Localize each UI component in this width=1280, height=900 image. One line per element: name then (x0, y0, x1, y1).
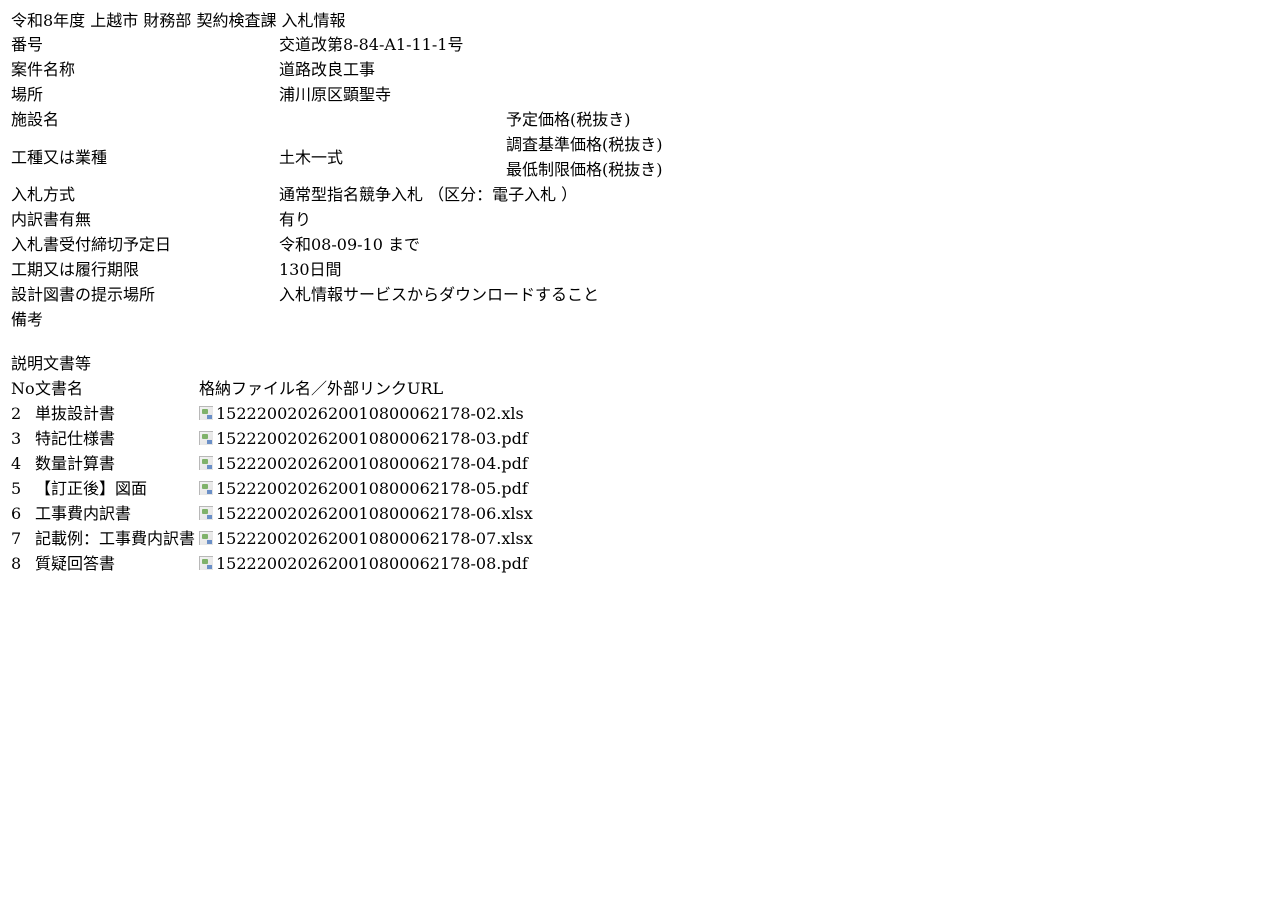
doc-file-name: 15222002026200108000621​78-02.xls (216, 404, 524, 423)
table-row: 6 工事費内訳書 1522200202620010800062178-06.xl… (11, 501, 533, 526)
broken-image-icon (199, 431, 213, 445)
doc-no: 8 (11, 554, 22, 573)
doc-file-link[interactable]: 1522200202620010800062178-07.xlsx (199, 529, 533, 548)
number-label: 番号 (11, 35, 44, 54)
bid-info-table: 番号 交道改第8-84-A1-11-1号 案件名称 道路改良工事 場所 浦川原区… (11, 32, 663, 332)
survey-base-price-label: 調査基準価格(税抜き) (506, 135, 663, 154)
info-row-period: 工期又は履行期限 130日間 (11, 257, 663, 282)
info-row-location: 場所 浦川原区顕聖寺 (11, 82, 663, 107)
period-value: 130日間 (279, 260, 342, 279)
deadline-value: 令和08-09-10 まで (279, 235, 420, 254)
info-row-facility: 施設名 予定価格(税抜き) (11, 107, 663, 132)
documents-table: No 文書名 格納ファイル名／外部リンクURL 2 単抜設計書 15222002… (11, 376, 533, 576)
remarks-label: 備考 (11, 310, 44, 329)
doc-file-name: 1522200202620010800062178-05.pdf (216, 479, 528, 498)
project-name-value: 道路改良工事 (279, 60, 376, 79)
broken-image-icon (199, 506, 213, 520)
doc-no: 7 (11, 529, 22, 548)
broken-image-icon (199, 556, 213, 570)
info-row-breakdown: 内訳書有無 有り (11, 207, 663, 232)
column-header-name: 文書名 (35, 379, 84, 398)
broken-image-icon (199, 481, 213, 495)
doc-file-name: 1522200202620010800062178-08.pdf (216, 554, 528, 573)
doc-file-link[interactable]: 1522200202620010800062178-05.pdf (199, 479, 528, 498)
column-header-no: No (11, 379, 35, 398)
work-type-value: 土木一式 (279, 147, 344, 167)
column-header-file: 格納ファイル名／外部リンクURL (199, 379, 444, 398)
doc-name: 【訂正後】図面 (35, 479, 148, 498)
table-row: 8 質疑回答書 1522200202620010800062178-08.pdf (11, 551, 533, 576)
doc-name: 単抜設計書 (35, 404, 116, 423)
info-row-drawings: 設計図書の提示場所 入札情報サービスからダウンロードすること (11, 282, 663, 307)
breakdown-value: 有り (279, 210, 312, 229)
location-value: 浦川原区顕聖寺 (279, 85, 392, 104)
doc-name: 数量計算書 (35, 454, 116, 473)
info-row-project-name: 案件名称 道路改良工事 (11, 57, 663, 82)
info-row-remarks: 備考 (11, 307, 663, 332)
doc-no: 6 (11, 504, 22, 523)
broken-image-icon (199, 531, 213, 545)
doc-file-cell: 1522200202620010800062178-05.pdf (199, 476, 533, 501)
doc-file-cell: 1522200202620010800062178-08.pdf (199, 551, 533, 576)
facility-value (279, 107, 506, 132)
bid-method-label: 入札方式 (11, 185, 76, 204)
page: 令和8年度 上越市 財務部 契約検査課 入札情報 番号 交道改第8-84-A1-… (0, 0, 1280, 576)
doc-no: 5 (11, 479, 22, 498)
broken-image-icon (199, 406, 213, 420)
work-type-label: 工種又は業種 (11, 147, 108, 167)
doc-file-cell: 1522200202620010800062178-03.pdf (199, 426, 533, 451)
doc-file-cell: 1522200202620010800062178-04.pdf (199, 451, 533, 476)
broken-image-icon (199, 456, 213, 470)
page-title: 令和8年度 上越市 財務部 契約検査課 入札情報 (11, 11, 346, 30)
info-row-work-type-a: 工種又は業種 土木一式 調査基準価格(税抜き) (11, 132, 663, 167)
drawings-label: 設計図書の提示場所 (11, 285, 156, 304)
doc-file-name: 1522200202620010800062178-07.xlsx (216, 529, 533, 548)
doc-file-cell: 15222002026200108000621​78-02.xls (199, 401, 533, 426)
breakdown-label: 内訳書有無 (11, 210, 92, 229)
info-row-bid-method: 入札方式 通常型指名競争入札 （区分：電子入札 ） (11, 182, 663, 207)
period-label: 工期又は履行期限 (11, 260, 140, 279)
table-row: 5 【訂正後】図面 1522200202620010800062178-05.p… (11, 476, 533, 501)
doc-no: 2 (11, 404, 22, 423)
doc-name: 工事費内訳書 (35, 504, 132, 523)
facility-label: 施設名 (11, 110, 60, 129)
doc-file-link[interactable]: 1522200202620010800062178-03.pdf (199, 429, 528, 448)
doc-no: 3 (11, 429, 22, 448)
documents-header-row: No 文書名 格納ファイル名／外部リンクURL (11, 376, 533, 401)
project-name-label: 案件名称 (11, 60, 76, 79)
doc-file-cell: 1522200202620010800062178-07.xlsx (199, 526, 533, 551)
documents-section-title: 説明文書等 (11, 354, 92, 373)
drawings-value: 入札情報サービスからダウンロードすること (279, 285, 600, 304)
table-row: 2 単抜設計書 15222002026200108000621​78-02.xl… (11, 401, 533, 426)
doc-file-cell: 1522200202620010800062178-06.xlsx (199, 501, 533, 526)
info-row-deadline: 入札書受付締切予定日 令和08-09-10 まで (11, 232, 663, 257)
doc-file-name: 1522200202620010800062178-04.pdf (216, 454, 528, 473)
bid-method-value: 通常型指名競争入札 （区分：電子入札 ） (279, 185, 578, 204)
doc-name: 記載例：工事費内訳書 (35, 529, 196, 548)
table-row: 4 数量計算書 1522200202620010800062178-04.pdf (11, 451, 533, 476)
doc-name: 特記仕様書 (35, 429, 116, 448)
planned-price-label: 予定価格(税抜き) (506, 110, 631, 129)
info-row-number: 番号 交道改第8-84-A1-11-1号 (11, 32, 663, 57)
minimum-limit-price-label: 最低制限価格(税抜き) (506, 160, 663, 179)
doc-file-link[interactable]: 15222002026200108000621​78-02.xls (199, 404, 524, 423)
doc-file-link[interactable]: 1522200202620010800062178-04.pdf (199, 454, 528, 473)
table-row: 3 特記仕様書 1522200202620010800062178-03.pdf (11, 426, 533, 451)
location-label: 場所 (11, 85, 44, 104)
doc-name: 質疑回答書 (35, 554, 116, 573)
doc-file-link[interactable]: 1522200202620010800062178-06.xlsx (199, 504, 533, 523)
number-value: 交道改第8-84-A1-11-1号 (279, 35, 464, 54)
deadline-label: 入札書受付締切予定日 (11, 235, 172, 254)
table-row: 7 記載例：工事費内訳書 1522200202620010800062178-0… (11, 526, 533, 551)
doc-file-name: 1522200202620010800062178-06.xlsx (216, 504, 533, 523)
doc-file-link[interactable]: 1522200202620010800062178-08.pdf (199, 554, 528, 573)
doc-no: 4 (11, 454, 22, 473)
remarks-value (279, 307, 663, 332)
doc-file-name: 1522200202620010800062178-03.pdf (216, 429, 528, 448)
